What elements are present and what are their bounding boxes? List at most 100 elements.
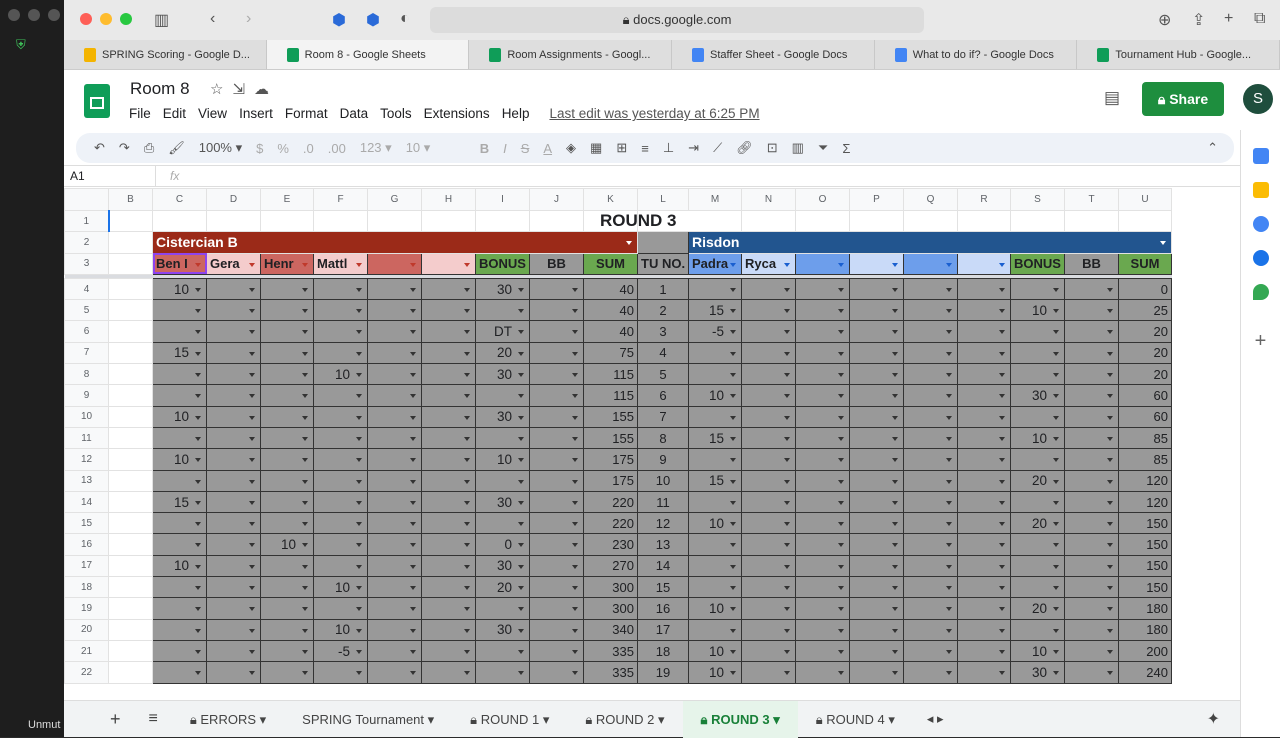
score-select[interactable] bbox=[795, 405, 850, 428]
cell[interactable] bbox=[108, 639, 153, 663]
score-select[interactable] bbox=[260, 490, 314, 514]
score-select[interactable] bbox=[849, 384, 904, 407]
column-header[interactable]: L bbox=[637, 188, 689, 211]
sheet-tab[interactable]: SPRING Tournament ▾ bbox=[284, 701, 452, 738]
score-select[interactable] bbox=[741, 533, 796, 556]
menu-item-help[interactable]: Help bbox=[502, 106, 530, 121]
score-select[interactable] bbox=[688, 618, 742, 641]
score-select[interactable] bbox=[957, 533, 1011, 556]
bonus-select[interactable]: 20 bbox=[1010, 597, 1065, 620]
score-select[interactable] bbox=[849, 341, 904, 365]
cell[interactable] bbox=[108, 618, 153, 641]
score-select[interactable] bbox=[367, 512, 422, 535]
score-select[interactable] bbox=[741, 384, 796, 407]
bonus-select[interactable] bbox=[1010, 533, 1065, 556]
rotate-icon[interactable]: ⟋ bbox=[713, 140, 722, 156]
score-select[interactable] bbox=[260, 554, 314, 578]
chevron-down-icon[interactable]: ▾ bbox=[885, 712, 895, 727]
score-select[interactable] bbox=[206, 512, 261, 535]
score-select[interactable] bbox=[152, 576, 207, 599]
score-select[interactable] bbox=[903, 320, 958, 343]
bb-select[interactable] bbox=[1064, 533, 1119, 556]
cell[interactable] bbox=[107, 209, 153, 233]
bonus-header[interactable]: BONUS bbox=[1010, 252, 1065, 275]
bb-select[interactable] bbox=[1064, 618, 1119, 641]
score-select[interactable] bbox=[741, 639, 796, 663]
italic-icon[interactable]: I bbox=[503, 141, 507, 156]
bb-select[interactable] bbox=[529, 618, 584, 641]
comment-add-icon[interactable]: ⊡ bbox=[767, 140, 778, 156]
column-header[interactable]: C bbox=[152, 188, 207, 211]
score-select[interactable] bbox=[421, 639, 476, 663]
score-select[interactable] bbox=[957, 618, 1011, 641]
tu-header-cell[interactable] bbox=[637, 231, 689, 254]
download-icon[interactable]: ⊕ bbox=[1158, 10, 1171, 30]
bb-select[interactable] bbox=[529, 490, 584, 514]
score-select[interactable] bbox=[903, 490, 958, 514]
score-select[interactable] bbox=[313, 405, 368, 428]
column-header[interactable]: S bbox=[1010, 188, 1065, 211]
score-select[interactable] bbox=[903, 299, 958, 322]
score-select[interactable] bbox=[957, 512, 1011, 535]
score-select[interactable] bbox=[903, 639, 958, 663]
score-select[interactable] bbox=[957, 299, 1011, 322]
column-header[interactable]: E bbox=[260, 188, 314, 211]
bb-select[interactable] bbox=[1064, 554, 1119, 578]
score-select[interactable] bbox=[795, 533, 850, 556]
bonus-header[interactable]: BONUS bbox=[475, 252, 530, 275]
score-select[interactable] bbox=[421, 661, 476, 684]
score-select[interactable] bbox=[795, 512, 850, 535]
score-select[interactable] bbox=[152, 384, 207, 407]
column-header[interactable]: M bbox=[688, 188, 742, 211]
column-header[interactable]: G bbox=[367, 188, 422, 211]
bb-select[interactable] bbox=[529, 533, 584, 556]
score-select[interactable] bbox=[795, 661, 850, 684]
score-select[interactable]: 10 bbox=[688, 639, 742, 663]
score-select[interactable] bbox=[367, 597, 422, 620]
score-select[interactable] bbox=[367, 320, 422, 343]
score-select[interactable] bbox=[367, 469, 422, 492]
cell[interactable] bbox=[367, 209, 422, 233]
comment-icon[interactable]: ▤ bbox=[1104, 88, 1120, 108]
share-icon[interactable]: ⇪ bbox=[1192, 10, 1205, 30]
score-select[interactable] bbox=[957, 490, 1011, 514]
bonus-select[interactable]: 30 bbox=[475, 618, 530, 641]
score-select[interactable] bbox=[957, 576, 1011, 599]
chart-icon[interactable]: ▥ bbox=[792, 140, 804, 156]
currency-button[interactable]: $ bbox=[256, 141, 263, 156]
bonus-select[interactable]: 30 bbox=[475, 490, 530, 514]
score-select[interactable] bbox=[313, 554, 368, 578]
bb-select[interactable] bbox=[529, 597, 584, 620]
bonus-select[interactable]: 20 bbox=[475, 341, 530, 365]
score-select[interactable] bbox=[903, 363, 958, 386]
bonus-select[interactable] bbox=[1010, 554, 1065, 578]
score-select[interactable] bbox=[903, 512, 958, 535]
column-header[interactable]: T bbox=[1064, 188, 1119, 211]
score-select[interactable] bbox=[367, 277, 422, 301]
score-select[interactable] bbox=[260, 320, 314, 343]
corner-cell[interactable] bbox=[64, 188, 109, 211]
explore-icon[interactable]: ✦ bbox=[1207, 709, 1220, 729]
last-edit-link[interactable]: Last edit was yesterday at 6:25 PM bbox=[549, 106, 759, 121]
filter-icon[interactable]: ⏷ bbox=[818, 140, 828, 156]
score-select[interactable]: 15 bbox=[688, 299, 742, 322]
bb-select[interactable] bbox=[529, 341, 584, 365]
menu-item-edit[interactable]: Edit bbox=[163, 106, 186, 121]
cell[interactable] bbox=[108, 252, 153, 275]
bb-select[interactable] bbox=[1064, 405, 1119, 428]
score-select[interactable] bbox=[795, 384, 850, 407]
bb-select[interactable] bbox=[1064, 661, 1119, 684]
score-select[interactable] bbox=[313, 320, 368, 343]
score-select[interactable] bbox=[367, 448, 422, 471]
bb-select[interactable] bbox=[1064, 597, 1119, 620]
sidebar-icon[interactable]: ▥ bbox=[154, 10, 169, 30]
score-select[interactable] bbox=[688, 576, 742, 599]
team-name-cistercian[interactable]: Cistercian B bbox=[152, 231, 638, 254]
column-header[interactable]: U bbox=[1118, 188, 1172, 211]
bb-select[interactable] bbox=[529, 384, 584, 407]
back-icon[interactable]: ‹ bbox=[210, 10, 215, 28]
bonus-select[interactable] bbox=[1010, 448, 1065, 471]
cell[interactable] bbox=[903, 209, 958, 233]
score-select[interactable] bbox=[421, 299, 476, 322]
contacts-icon[interactable] bbox=[1252, 250, 1269, 266]
